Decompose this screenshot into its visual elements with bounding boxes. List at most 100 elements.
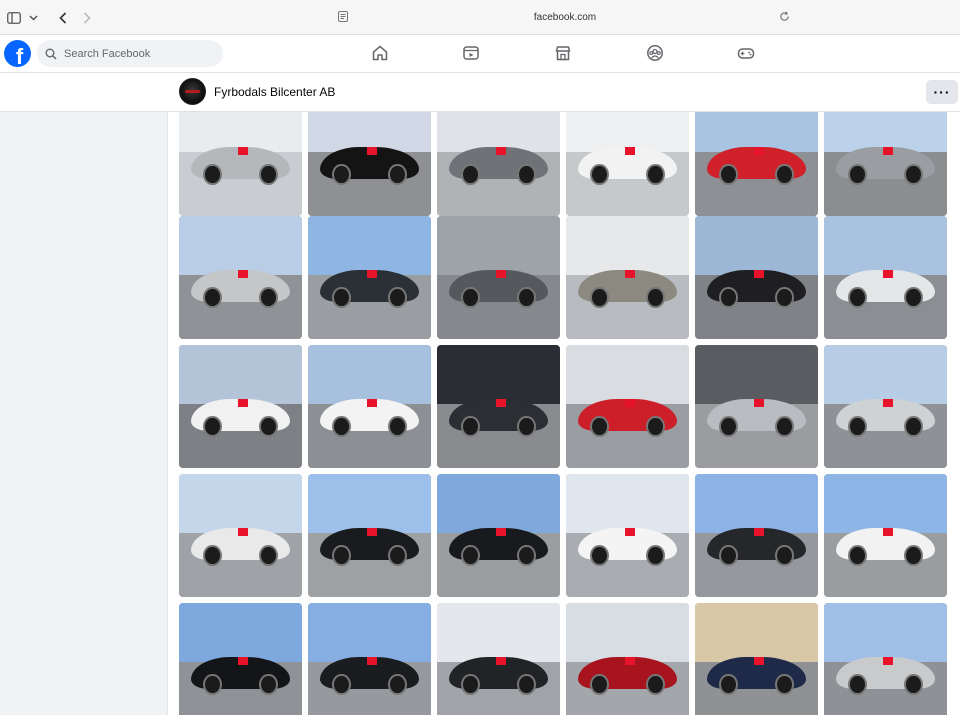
sale-sign	[496, 528, 507, 537]
photo-tile[interactable]	[566, 474, 689, 597]
photo-background	[308, 345, 431, 405]
photo-background	[179, 603, 302, 663]
photo-tile[interactable]	[824, 603, 947, 715]
photo-background	[179, 216, 302, 276]
sale-sign	[625, 399, 636, 408]
photo-background	[695, 603, 818, 663]
photo-tile[interactable]	[566, 345, 689, 468]
sale-sign	[883, 657, 894, 666]
photo-tile[interactable]	[695, 603, 818, 715]
photo-background	[566, 345, 689, 405]
photo-tile[interactable]	[824, 474, 947, 597]
sale-sign	[883, 399, 894, 408]
sale-sign	[625, 147, 636, 156]
search-box[interactable]	[37, 40, 223, 67]
sale-sign	[367, 528, 378, 537]
sale-sign	[883, 528, 894, 537]
page-avatar[interactable]	[179, 78, 206, 105]
photo-background	[824, 112, 947, 153]
sale-sign	[754, 147, 765, 156]
sale-sign	[238, 528, 249, 537]
photo-background	[695, 216, 818, 276]
photo-background	[695, 112, 818, 153]
sale-sign	[754, 399, 765, 408]
photo-tile[interactable]	[824, 112, 947, 216]
sale-sign	[367, 657, 378, 666]
photo-background	[695, 345, 818, 405]
photo-background	[437, 603, 560, 663]
photo-tile[interactable]	[179, 345, 302, 468]
url-text: facebook.com	[533, 11, 597, 23]
photo-background	[179, 112, 302, 153]
photo-tile[interactable]	[179, 474, 302, 597]
groups-icon[interactable]	[646, 44, 664, 62]
gaming-icon[interactable]	[737, 44, 755, 62]
search-icon	[45, 48, 57, 60]
marketplace-icon[interactable]	[554, 44, 572, 62]
photo-tile[interactable]	[308, 345, 431, 468]
sale-sign	[367, 147, 378, 156]
sale-sign	[238, 399, 249, 408]
photo-tile[interactable]	[695, 345, 818, 468]
photo-tile[interactable]	[179, 603, 302, 715]
photo-tile[interactable]	[437, 603, 560, 715]
sale-sign	[238, 147, 249, 156]
photo-background	[437, 112, 560, 153]
photo-background	[824, 603, 947, 663]
photo-tile[interactable]	[437, 216, 560, 339]
photo-tile[interactable]	[566, 216, 689, 339]
sale-sign	[496, 657, 507, 666]
photo-tile[interactable]	[308, 216, 431, 339]
reload-icon[interactable]	[779, 11, 790, 22]
photo-tile[interactable]	[566, 603, 689, 715]
chevron-down-icon[interactable]	[27, 9, 39, 26]
photo-tile[interactable]	[437, 474, 560, 597]
sale-sign	[754, 270, 765, 279]
photo-background	[566, 603, 689, 663]
home-icon[interactable]	[371, 44, 389, 62]
photo-background	[437, 474, 560, 534]
page-title[interactable]: Fyrbodals Bilcenter AB	[214, 85, 335, 99]
photo-background	[824, 474, 947, 534]
sale-sign	[754, 528, 765, 537]
photo-tile[interactable]	[308, 112, 431, 216]
photo-tile[interactable]	[824, 216, 947, 339]
address-bar[interactable]: facebook.com	[332, 6, 798, 28]
photo-tile[interactable]	[437, 112, 560, 216]
photo-background	[824, 345, 947, 405]
facebook-logo[interactable]: f	[4, 40, 31, 67]
photo-background	[308, 603, 431, 663]
photo-tile[interactable]	[179, 112, 302, 216]
photo-tile[interactable]	[695, 112, 818, 216]
photo-background	[824, 216, 947, 276]
sidebar-toggle-icon[interactable]	[6, 9, 22, 26]
photo-tile[interactable]	[437, 345, 560, 468]
photo-tile[interactable]	[695, 216, 818, 339]
search-input[interactable]	[64, 47, 214, 60]
sale-sign	[625, 657, 636, 666]
forward-icon[interactable]	[80, 9, 94, 26]
photo-background	[695, 474, 818, 534]
photo-background	[308, 216, 431, 276]
photo-tile[interactable]	[308, 603, 431, 715]
photo-tile[interactable]	[179, 216, 302, 339]
photo-tile[interactable]	[695, 474, 818, 597]
photo-background	[437, 345, 560, 405]
photo-background	[437, 216, 560, 276]
sale-sign	[625, 270, 636, 279]
sale-sign	[883, 270, 894, 279]
photo-tile[interactable]	[308, 474, 431, 597]
sale-sign	[625, 528, 636, 537]
sale-sign	[238, 270, 249, 279]
more-options-button[interactable]: ···	[926, 80, 958, 104]
sale-sign	[496, 399, 507, 408]
sale-sign	[367, 270, 378, 279]
photo-tile[interactable]	[824, 345, 947, 468]
photo-tile[interactable]	[566, 112, 689, 216]
video-icon[interactable]	[462, 44, 480, 62]
photo-background	[179, 345, 302, 405]
sale-sign	[883, 147, 894, 156]
photo-background	[566, 474, 689, 534]
page-settings-icon[interactable]	[338, 11, 348, 22]
back-icon[interactable]	[56, 9, 70, 26]
